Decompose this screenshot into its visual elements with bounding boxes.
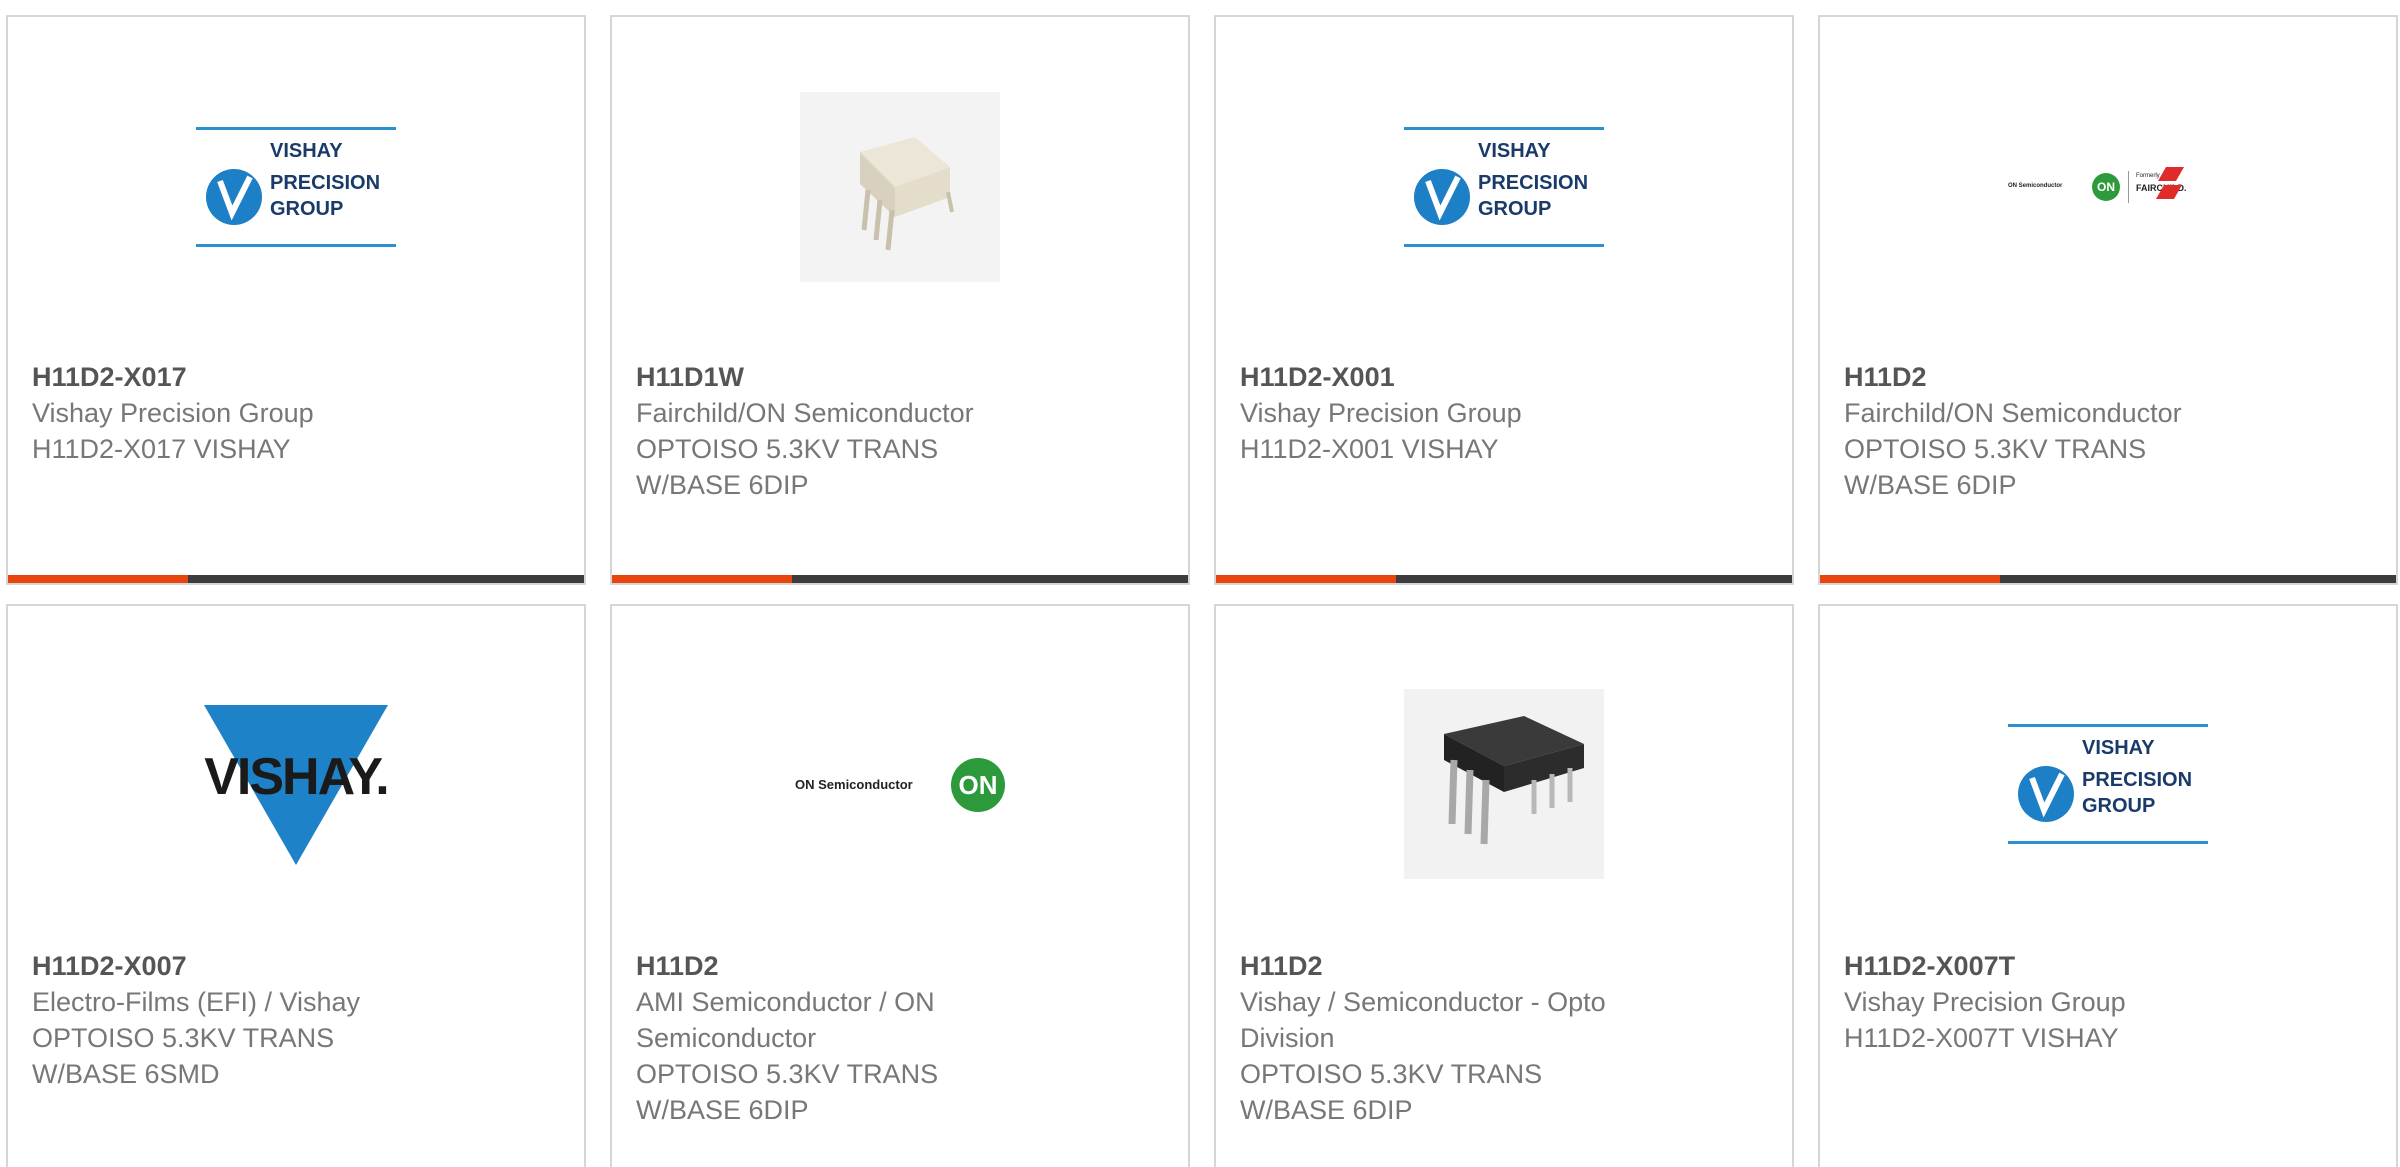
description: OPTOISO 5.3KV TRANS [636, 1059, 939, 1089]
manufacturer: Fairchild/ON Semiconductor [1844, 398, 2182, 428]
product-card[interactable]: VISHAY. H11D2-X007 Electro-Films (EFI) /… [6, 604, 586, 1167]
part-number[interactable]: H11D2 [1240, 948, 1768, 984]
vishay-precision-group-logo: VISHAY PRECISION GROUP [1404, 127, 1604, 247]
description: OPTOISO 5.3KV TRANS [636, 434, 939, 464]
product-card[interactable]: ON Semiconductor ON Formerly FAIRCHILD. … [1818, 15, 2398, 585]
on-semiconductor-fairchild-logo: ON Semiconductor ON Formerly FAIRCHILD. [2008, 167, 2208, 207]
manufacturer: Vishay / Semiconductor - Opto [1240, 987, 1606, 1017]
product-image[interactable]: VISHAY. [8, 684, 584, 884]
optoisolator-photo [800, 92, 1000, 282]
part-number[interactable]: H11D2-X007T [1844, 948, 2372, 984]
product-card[interactable]: VISHAY PRECISION GROUP H11D2-X017 Vishay… [6, 15, 586, 585]
product-image[interactable]: VISHAY PRECISION GROUP [1216, 87, 1792, 287]
description: OPTOISO 5.3KV TRANS [1240, 1059, 1543, 1089]
description: H11D2-X001 VISHAY [1240, 434, 1499, 464]
description: H11D2-X017 VISHAY [32, 434, 291, 464]
description-line-2: W/BASE 6DIP [1844, 470, 2017, 500]
product-grid: VISHAY PRECISION GROUP H11D2-X017 Vishay… [0, 0, 2400, 1167]
manufacturer: Fairchild/ON Semiconductor [636, 398, 974, 428]
description: OPTOISO 5.3KV TRANS [1844, 434, 2147, 464]
part-number[interactable]: H11D2 [636, 948, 1164, 984]
description: OPTOISO 5.3KV TRANS [32, 1023, 335, 1053]
product-image[interactable] [1216, 684, 1792, 884]
part-number[interactable]: H11D2-X017 [32, 359, 560, 395]
product-image[interactable]: ON Semiconductor ON [612, 684, 1188, 884]
card-footer-bar [1820, 575, 2396, 583]
product-card[interactable]: ON Semiconductor ON H11D2 AMI Semiconduc… [610, 604, 1190, 1167]
description-line-2: W/BASE 6SMD [32, 1059, 220, 1089]
part-number[interactable]: H11D1W [636, 359, 1164, 395]
product-image[interactable]: ON Semiconductor ON Formerly FAIRCHILD. [1820, 87, 2396, 287]
product-card[interactable]: H11D2 Vishay / Semiconductor - Opto Divi… [1214, 604, 1794, 1167]
description-line-2: W/BASE 6DIP [1240, 1095, 1413, 1125]
manufacturer-line-2: Division [1240, 1023, 1335, 1053]
part-number[interactable]: H11D2-X001 [1240, 359, 1768, 395]
vishay-precision-group-logo: VISHAY PRECISION GROUP [196, 127, 396, 247]
description-line-2: W/BASE 6DIP [636, 470, 809, 500]
product-card[interactable]: H11D1W Fairchild/ON Semiconductor OPTOIS… [610, 15, 1190, 585]
manufacturer: Vishay Precision Group [32, 398, 314, 428]
card-footer-bar [8, 575, 584, 583]
manufacturer: Vishay Precision Group [1844, 987, 2126, 1017]
product-card[interactable]: VISHAY PRECISION GROUP H11D2-X001 Vishay… [1214, 15, 1794, 585]
part-number[interactable]: H11D2 [1844, 359, 2372, 395]
part-number[interactable]: H11D2-X007 [32, 948, 560, 984]
manufacturer: Electro-Films (EFI) / Vishay [32, 987, 361, 1017]
product-image[interactable]: VISHAY PRECISION GROUP [1820, 684, 2396, 884]
product-card[interactable]: VISHAY PRECISION GROUP H11D2-X007T Visha… [1818, 604, 2398, 1167]
dip-package-photo [1404, 689, 1604, 879]
on-semiconductor-logo: ON Semiconductor ON [795, 754, 1005, 814]
manufacturer-line-2: Semiconductor [636, 1023, 817, 1053]
product-image[interactable] [612, 87, 1188, 287]
card-footer-bar [1216, 575, 1792, 583]
description: H11D2-X007T VISHAY [1844, 1023, 2119, 1053]
vishay-precision-group-logo: VISHAY PRECISION GROUP [2008, 724, 2208, 844]
vishay-logo: VISHAY. [196, 699, 396, 869]
manufacturer: AMI Semiconductor / ON [636, 987, 935, 1017]
manufacturer: Vishay Precision Group [1240, 398, 1522, 428]
card-footer-bar [612, 575, 1188, 583]
description-line-2: W/BASE 6DIP [636, 1095, 809, 1125]
product-image[interactable]: VISHAY PRECISION GROUP [8, 87, 584, 287]
